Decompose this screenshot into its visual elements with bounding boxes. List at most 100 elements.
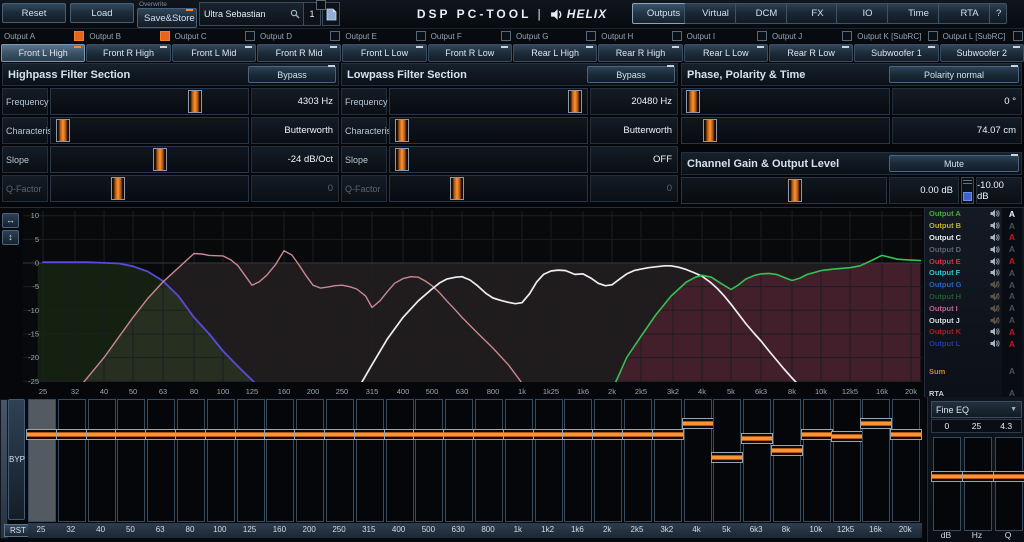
- legend-output-l-analyzer-toggle[interactable]: A: [1002, 339, 1022, 349]
- speaker-icon[interactable]: [988, 245, 1002, 254]
- time-slider-handle[interactable]: [703, 119, 717, 142]
- response-plot[interactable]: 2532405063801001251602002503154005006308…: [0, 208, 925, 398]
- highpass-bypass-button[interactable]: Bypass: [248, 66, 336, 83]
- channel-tab-subwoofer-1[interactable]: Subwoofer 1: [854, 44, 938, 62]
- legend-output-i[interactable]: Output IA: [925, 302, 1024, 314]
- eq-band-2k5-handle[interactable]: [622, 429, 654, 440]
- speaker-muted-icon[interactable]: [988, 304, 1002, 313]
- channel-link-checkbox[interactable]: [501, 31, 511, 41]
- legend-output-j-analyzer-toggle[interactable]: A: [1002, 315, 1022, 325]
- speaker-icon[interactable]: [988, 339, 1002, 348]
- legend-output-c-analyzer-toggle[interactable]: A: [1002, 232, 1022, 242]
- highpass-qfactor-slider-handle[interactable]: [111, 177, 125, 200]
- speaker-icon[interactable]: [988, 257, 1002, 266]
- highpass-slope-slider-handle[interactable]: [153, 148, 167, 171]
- reset-button[interactable]: Reset: [2, 3, 66, 23]
- eq-band-10k[interactable]: [803, 399, 831, 522]
- eq-band-32-handle[interactable]: [56, 429, 88, 440]
- channel-link-checkbox[interactable]: [74, 31, 84, 41]
- gain-slider-handle[interactable]: [788, 179, 802, 202]
- channel-link-checkbox[interactable]: [416, 31, 426, 41]
- mini-fader-handle[interactable]: [963, 192, 972, 201]
- eq-band-40-handle[interactable]: [86, 429, 118, 440]
- eq-band-3k2[interactable]: [654, 399, 682, 522]
- lowpass-characteristic-slider[interactable]: [389, 117, 588, 144]
- channel-tab-front-l-low[interactable]: Front L Low: [342, 44, 426, 62]
- lowpass-slope-slider[interactable]: [389, 146, 588, 173]
- channel-link-checkbox[interactable]: [586, 31, 596, 41]
- legend-sum-analyzer-toggle[interactable]: A: [1002, 366, 1022, 376]
- polarity-button[interactable]: Polarity normal: [889, 66, 1019, 83]
- eq-band-2k[interactable]: [594, 399, 622, 522]
- legend-output-e[interactable]: Output EA: [925, 255, 1024, 267]
- eq-band-12k5-handle[interactable]: [831, 431, 863, 442]
- eq-band-800[interactable]: [475, 399, 503, 522]
- fine-eq-slider-q[interactable]: [995, 437, 1023, 531]
- highpass-characteristic-slider-handle[interactable]: [56, 119, 70, 142]
- eq-band-125-handle[interactable]: [235, 429, 267, 440]
- eq-band-2k-handle[interactable]: [592, 429, 624, 440]
- legend-output-g-analyzer-toggle[interactable]: A: [1002, 280, 1022, 290]
- channel-tab-front-l-high[interactable]: Front L High: [1, 44, 85, 62]
- legend-output-e-analyzer-toggle[interactable]: A: [1002, 256, 1022, 266]
- time-slider[interactable]: [681, 117, 890, 144]
- eq-band-200[interactable]: [296, 399, 324, 522]
- eq-band-250-handle[interactable]: [324, 429, 356, 440]
- legend-output-f-analyzer-toggle[interactable]: A: [1002, 268, 1022, 278]
- highpass-slope-slider[interactable]: [50, 146, 249, 173]
- speaker-muted-icon[interactable]: [988, 316, 1002, 325]
- eq-band-250[interactable]: [326, 399, 354, 522]
- legend-output-j[interactable]: Output JA: [925, 314, 1024, 326]
- lowpass-slope-slider-handle[interactable]: [395, 148, 409, 171]
- lowpass-qfactor-slider[interactable]: [389, 175, 588, 202]
- lowpass-characteristic-slider-handle[interactable]: [395, 119, 409, 142]
- highpass-characteristic-slider[interactable]: [50, 117, 249, 144]
- eq-band-100[interactable]: [207, 399, 235, 522]
- eq-band-6k3[interactable]: [743, 399, 771, 522]
- mute-button[interactable]: Mute: [889, 155, 1019, 172]
- eq-band-8k-handle[interactable]: [771, 445, 803, 456]
- speaker-icon[interactable]: [988, 209, 1002, 218]
- eq-band-20k-handle[interactable]: [890, 429, 922, 440]
- eq-band-500[interactable]: [415, 399, 443, 522]
- eq-band-1k2-handle[interactable]: [533, 429, 565, 440]
- eq-band-80[interactable]: [177, 399, 205, 522]
- legend-output-c[interactable]: Output CA: [925, 232, 1024, 244]
- speaker-icon[interactable]: [988, 233, 1002, 242]
- channel-tab-front-r-low[interactable]: Front R Low: [428, 44, 512, 62]
- eq-band-630[interactable]: [445, 399, 473, 522]
- preset-name-field[interactable]: Ultra Sebastian: [199, 2, 305, 26]
- eq-band-125[interactable]: [237, 399, 265, 522]
- eq-band-200-handle[interactable]: [294, 429, 326, 440]
- channel-link-checkbox[interactable]: [1013, 31, 1023, 41]
- eq-band-8k[interactable]: [773, 399, 801, 522]
- eq-band-1k-handle[interactable]: [503, 429, 535, 440]
- phase-slider[interactable]: [681, 88, 890, 115]
- eq-band-63-handle[interactable]: [145, 429, 177, 440]
- eq-band-6k3-handle[interactable]: [741, 433, 773, 444]
- channel-tab-front-l-mid[interactable]: Front L Mid: [172, 44, 256, 62]
- eq-band-50-handle[interactable]: [115, 429, 147, 440]
- nav-help[interactable]: ?: [989, 3, 1007, 24]
- eq-band-63[interactable]: [147, 399, 175, 522]
- eq-band-3k2-handle[interactable]: [652, 429, 684, 440]
- lowpass-qfactor-slider-handle[interactable]: [450, 177, 464, 200]
- topbar-checkbox[interactable]: [316, 0, 326, 10]
- legend-output-i-analyzer-toggle[interactable]: A: [1002, 303, 1022, 313]
- search-icon[interactable]: [290, 9, 300, 19]
- fine-eq-slider-q-handle[interactable]: [993, 471, 1024, 482]
- output-level-mini-fader[interactable]: [961, 177, 974, 204]
- eq-band-315-handle[interactable]: [354, 429, 386, 440]
- legend-output-h-analyzer-toggle[interactable]: A: [1002, 291, 1022, 301]
- eq-band-315[interactable]: [356, 399, 384, 522]
- channel-tab-rear-l-high[interactable]: Rear L High: [513, 44, 597, 62]
- legend-output-h[interactable]: Output HA: [925, 291, 1024, 303]
- eq-band-40[interactable]: [88, 399, 116, 522]
- channel-tab-rear-r-low[interactable]: Rear R Low: [769, 44, 853, 62]
- eq-band-50[interactable]: [117, 399, 145, 522]
- eq-band-500-handle[interactable]: [413, 429, 445, 440]
- eq-band-400[interactable]: [386, 399, 414, 522]
- eq-band-4k-handle[interactable]: [682, 418, 714, 429]
- fine-eq-dropdown[interactable]: Fine EQ ▼: [931, 401, 1022, 418]
- eq-band-25-handle[interactable]: [26, 429, 58, 440]
